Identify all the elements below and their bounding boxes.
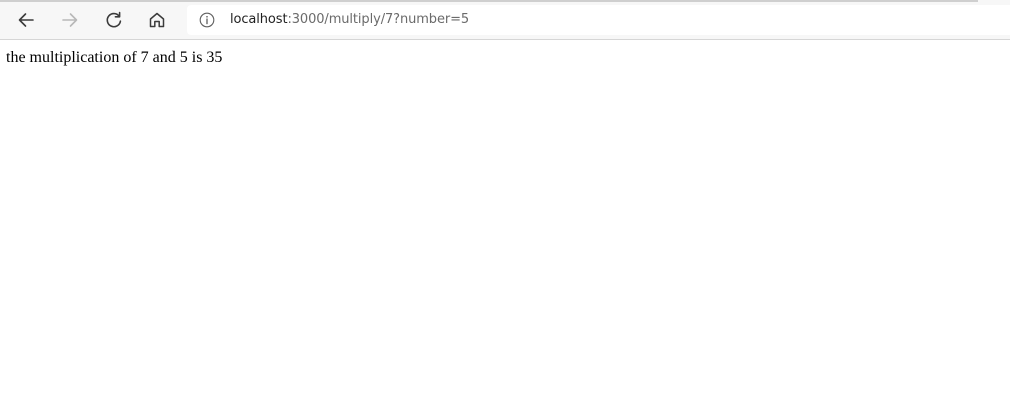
arrow-left-icon — [16, 10, 36, 30]
address-bar[interactable]: localhost:3000/multiply/7?number=5 — [187, 5, 1010, 35]
info-icon[interactable] — [199, 12, 215, 28]
reload-icon — [104, 10, 124, 30]
result-text: the multiplication of 7 and 5 is 35 — [6, 49, 223, 66]
reload-button[interactable] — [98, 4, 130, 36]
url-text[interactable]: localhost:3000/multiply/7?number=5 — [230, 12, 469, 28]
page-content: the multiplication of 7 and 5 is 35 — [0, 41, 1010, 402]
toolbar-top-edge — [0, 0, 978, 2]
back-button[interactable] — [10, 4, 42, 36]
arrow-right-icon — [60, 10, 80, 30]
home-icon — [147, 10, 167, 30]
url-host: localhost — [230, 12, 288, 27]
browser-toolbar: localhost:3000/multiply/7?number=5 — [0, 0, 1010, 40]
forward-button[interactable] — [54, 4, 86, 36]
home-button[interactable] — [141, 4, 173, 36]
url-path: :3000/multiply/7?number=5 — [287, 12, 470, 27]
